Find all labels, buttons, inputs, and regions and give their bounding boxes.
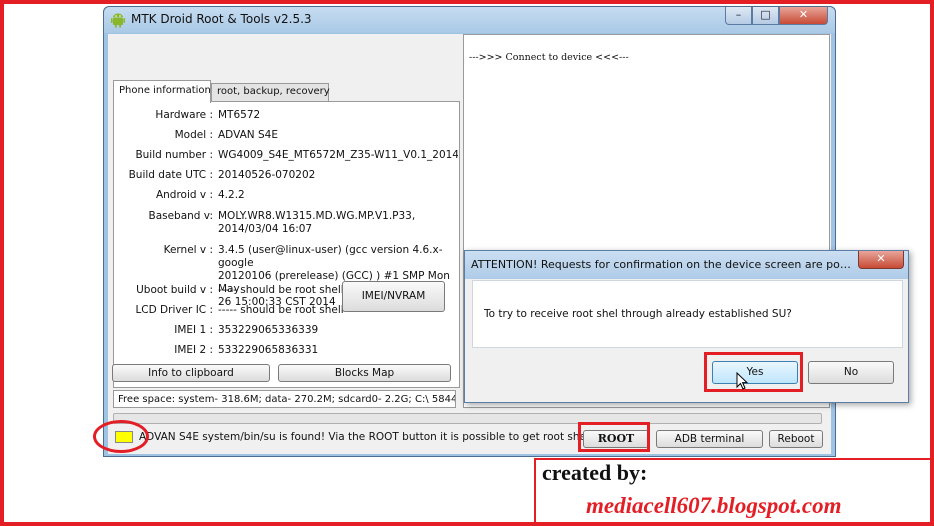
dialog-message-area: To try to receive root shel through alre… [472, 280, 903, 348]
credit-box: created by: mediacell607.blogspot.com [534, 458, 932, 526]
status-indicator [115, 431, 133, 443]
attention-dialog: ATTENTION! Requests for confirmation on … [464, 250, 909, 403]
uboot-label: Uboot build v : [136, 284, 213, 296]
imei1-label: IMEI 1 : [174, 324, 213, 336]
imei1-value: 353229065336339 [218, 324, 319, 336]
model-label: Model : [174, 129, 213, 141]
progress-bar [113, 413, 822, 424]
adb-terminal-button[interactable]: ADB terminal [656, 430, 763, 448]
no-button[interactable]: No [808, 361, 894, 384]
dialog-close-button[interactable]: ✕ [858, 251, 904, 269]
credit-created-by: created by: [542, 460, 648, 485]
build-number-label: Build number : [135, 149, 213, 161]
dialog-title-bar[interactable]: ATTENTION! Requests for confirmation on … [465, 251, 908, 279]
dialog-message: To try to receive root shel through alre… [484, 308, 792, 320]
android-version-value: 4.2.2 [218, 189, 245, 201]
android-version-label: Android v : [155, 189, 213, 201]
mouse-cursor-icon [736, 372, 748, 390]
free-space-field: Free space: system- 318.6M; data- 270.2M… [113, 390, 456, 408]
imei2-value: 533229065836331 [218, 344, 319, 356]
dialog-title: ATTENTION! Requests for confirmation on … [471, 258, 851, 271]
tab-root-backup-recovery[interactable]: root, backup, recovery [211, 83, 330, 102]
kernel-label: Kernel v : [163, 244, 213, 256]
blocks-map-button[interactable]: Blocks Map [278, 364, 451, 382]
root-button[interactable]: ROOT [583, 430, 649, 448]
build-date-value: 20140526-070202 [218, 169, 316, 181]
hardware-value: MT6572 [218, 109, 261, 121]
info-to-clipboard-button[interactable]: Info to clipboard [112, 364, 270, 382]
hardware-label: Hardware : [155, 109, 213, 121]
phone-info-panel: Hardware : MT6572 Model : ADVAN S4E Buil… [113, 101, 460, 388]
window-title: MTK Droid Root & Tools v2.5.3 [131, 12, 312, 26]
baseband-label: Baseband v: [148, 210, 213, 222]
imei-nvram-button[interactable]: IMEI/NVRAM [342, 281, 445, 312]
maximize-button[interactable]: □ [752, 7, 779, 25]
status-message: ADVAN S4E system/bin/su is found! Via th… [139, 431, 597, 443]
baseband-value: MOLY.WR8.W1315.MD.WG.MP.V1.P33, 2014/03/… [218, 210, 416, 235]
android-icon [111, 13, 125, 28]
log-text: --->>> Connect to device <<<--- [469, 52, 629, 63]
tab-phone-information[interactable]: Phone information [113, 80, 211, 103]
minimize-button[interactable]: – [725, 7, 752, 25]
model-value: ADVAN S4E [218, 129, 278, 141]
title-bar[interactable]: MTK Droid Root & Tools v2.5.3 – □ ✕ [104, 7, 835, 33]
yes-button[interactable]: Yes [712, 361, 798, 384]
close-button[interactable]: ✕ [779, 7, 828, 25]
reboot-button[interactable]: Reboot [769, 430, 823, 448]
build-date-label: Build date UTC : [128, 169, 213, 181]
lcd-driver-label: LCD Driver IC : [135, 304, 213, 316]
build-number-value: WG4009_S4E_MT6572M_Z35-W11_V0.1_20140 [218, 149, 458, 161]
credit-blog-url: mediacell607.blogspot.com [586, 493, 842, 518]
imei2-label: IMEI 2 : [174, 344, 213, 356]
